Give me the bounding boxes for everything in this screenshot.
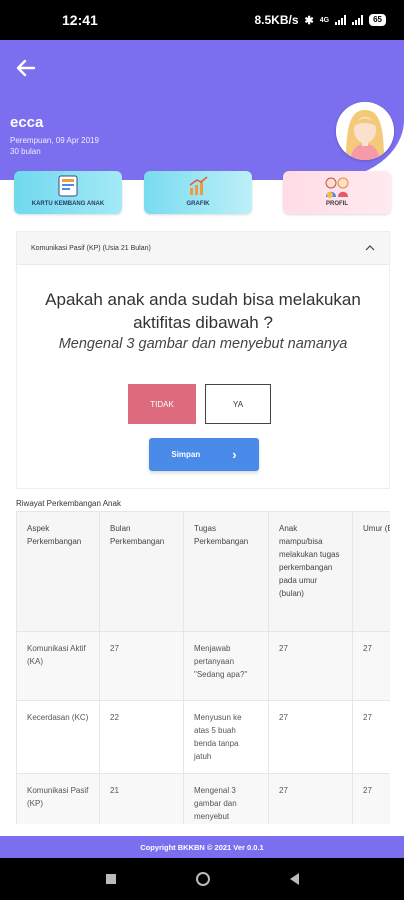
- table-cell: 27: [352, 773, 390, 824]
- question-card: Komunikasi Pasif (KP) (Usia 21 Bulan) Ap…: [16, 231, 390, 489]
- save-button-label: Simpan: [171, 450, 201, 459]
- question-category: Komunikasi Pasif (KP) (Usia 21 Bulan): [31, 244, 151, 252]
- status-time: 12:41: [62, 12, 98, 28]
- tile-profil[interactable]: PROFIL: [283, 171, 391, 214]
- child-age: 30 bulan: [10, 147, 41, 156]
- table-cell: Mengenal 3 gambar dan menyebut: [183, 773, 269, 824]
- network-type: 4G: [319, 16, 330, 24]
- column-header: Anak mampu/bisa melakukan tugas perkemba…: [268, 511, 353, 632]
- table-cell: Menjawab pertanyaan "Sedang apa?": [183, 631, 269, 701]
- home-button[interactable]: [195, 872, 210, 886]
- signal-icon-2: [352, 15, 364, 25]
- girl-avatar-icon: [336, 102, 394, 160]
- table-cell: 27: [352, 700, 390, 774]
- table-row: Komunikasi Aktif (KA) 27 Menjawab pertan…: [16, 631, 390, 701]
- table-cell: 22: [99, 700, 184, 774]
- tile-grafik[interactable]: GRAFIK: [144, 171, 252, 214]
- system-back-button[interactable]: [289, 873, 299, 885]
- tile-profil-label: PROFIL: [326, 201, 348, 207]
- chevron-up-icon[interactable]: [365, 245, 375, 251]
- table-cell: 27: [99, 631, 184, 701]
- card-chart-icon: [58, 175, 78, 197]
- tile-grafik-label: GRAFIK: [186, 201, 210, 207]
- table-cell: 27: [352, 631, 390, 701]
- table-cell: 21: [99, 773, 184, 824]
- tile-kartu-kembang-anak[interactable]: KARTU KEMBANG ANAK: [14, 171, 122, 214]
- table-cell: Kecerdasan (KC): [16, 700, 100, 774]
- recent-apps-button[interactable]: [105, 874, 116, 884]
- table-row: Kecerdasan (KC) 22 Menyusun ke atas 5 bu…: [16, 700, 390, 774]
- column-header: Bulan Perkembangan: [99, 511, 184, 632]
- child-info: Perempuan, 09 Apr 2019 30 bulan: [10, 135, 99, 157]
- avatar: [336, 102, 394, 160]
- status-indicators: 8.5KB/s ✱ 4G 65: [254, 13, 386, 27]
- kids-icon: [325, 177, 349, 198]
- history-table-scroll[interactable]: Aspek Perkembangan Bulan Perkembangan Tu…: [16, 511, 390, 824]
- battery-icon: 65: [369, 14, 386, 26]
- arrow-left-icon: [16, 59, 36, 77]
- table-cell: Komunikasi Pasif (KP): [16, 773, 100, 824]
- copyright-footer: Copyright BKKBN © 2021 Ver 0.0.1: [0, 836, 404, 858]
- bar-chart-icon: [189, 176, 208, 195]
- ya-button[interactable]: YA: [205, 384, 271, 424]
- tile-kartu-label: KARTU KEMBANG ANAK: [31, 201, 105, 207]
- question-text: Apakah anak anda sudah bisa melakukan ak…: [45, 290, 361, 332]
- tidak-button[interactable]: TIDAK: [128, 384, 196, 424]
- column-header: Umur (Bulan): [352, 511, 390, 632]
- child-gender-dob: Perempuan, 09 Apr 2019: [10, 136, 99, 145]
- chevron-right-icon: ›: [232, 447, 237, 462]
- column-header: Aspek Perkembangan: [16, 511, 100, 632]
- table-cell: 27: [268, 631, 353, 701]
- history-table: Aspek Perkembangan Bulan Perkembangan Tu…: [16, 511, 390, 824]
- activity-text: Mengenal 3 gambar dan menyebut namanya: [58, 336, 348, 352]
- table-row: Komunikasi Pasif (KP) 21 Mengenal 3 gamb…: [16, 773, 390, 824]
- history-title: Riwayat Perkembangan Anak: [16, 499, 121, 508]
- system-nav-bar: [0, 858, 404, 900]
- bluetooth-icon: ✱: [304, 14, 314, 27]
- table-cell: 27: [268, 700, 353, 774]
- signal-icon: [335, 15, 347, 25]
- save-button[interactable]: Simpan ›: [149, 438, 259, 471]
- status-bar: 12:41 8.5KB/s ✱ 4G 65: [0, 0, 404, 40]
- table-cell: Menyusun ke atas 5 buah benda tanpa jatu…: [183, 700, 269, 774]
- table-cell: Komunikasi Aktif (KA): [16, 631, 100, 701]
- table-header-row: Aspek Perkembangan Bulan Perkembangan Tu…: [16, 511, 390, 632]
- back-button[interactable]: [14, 56, 38, 80]
- child-name: ecca: [10, 114, 44, 131]
- column-header: Tugas Perkembangan: [183, 511, 269, 632]
- question-card-header[interactable]: Komunikasi Pasif (KP) (Usia 21 Bulan): [17, 232, 389, 265]
- network-speed: 8.5KB/s: [254, 13, 299, 27]
- table-cell: 27: [268, 773, 353, 824]
